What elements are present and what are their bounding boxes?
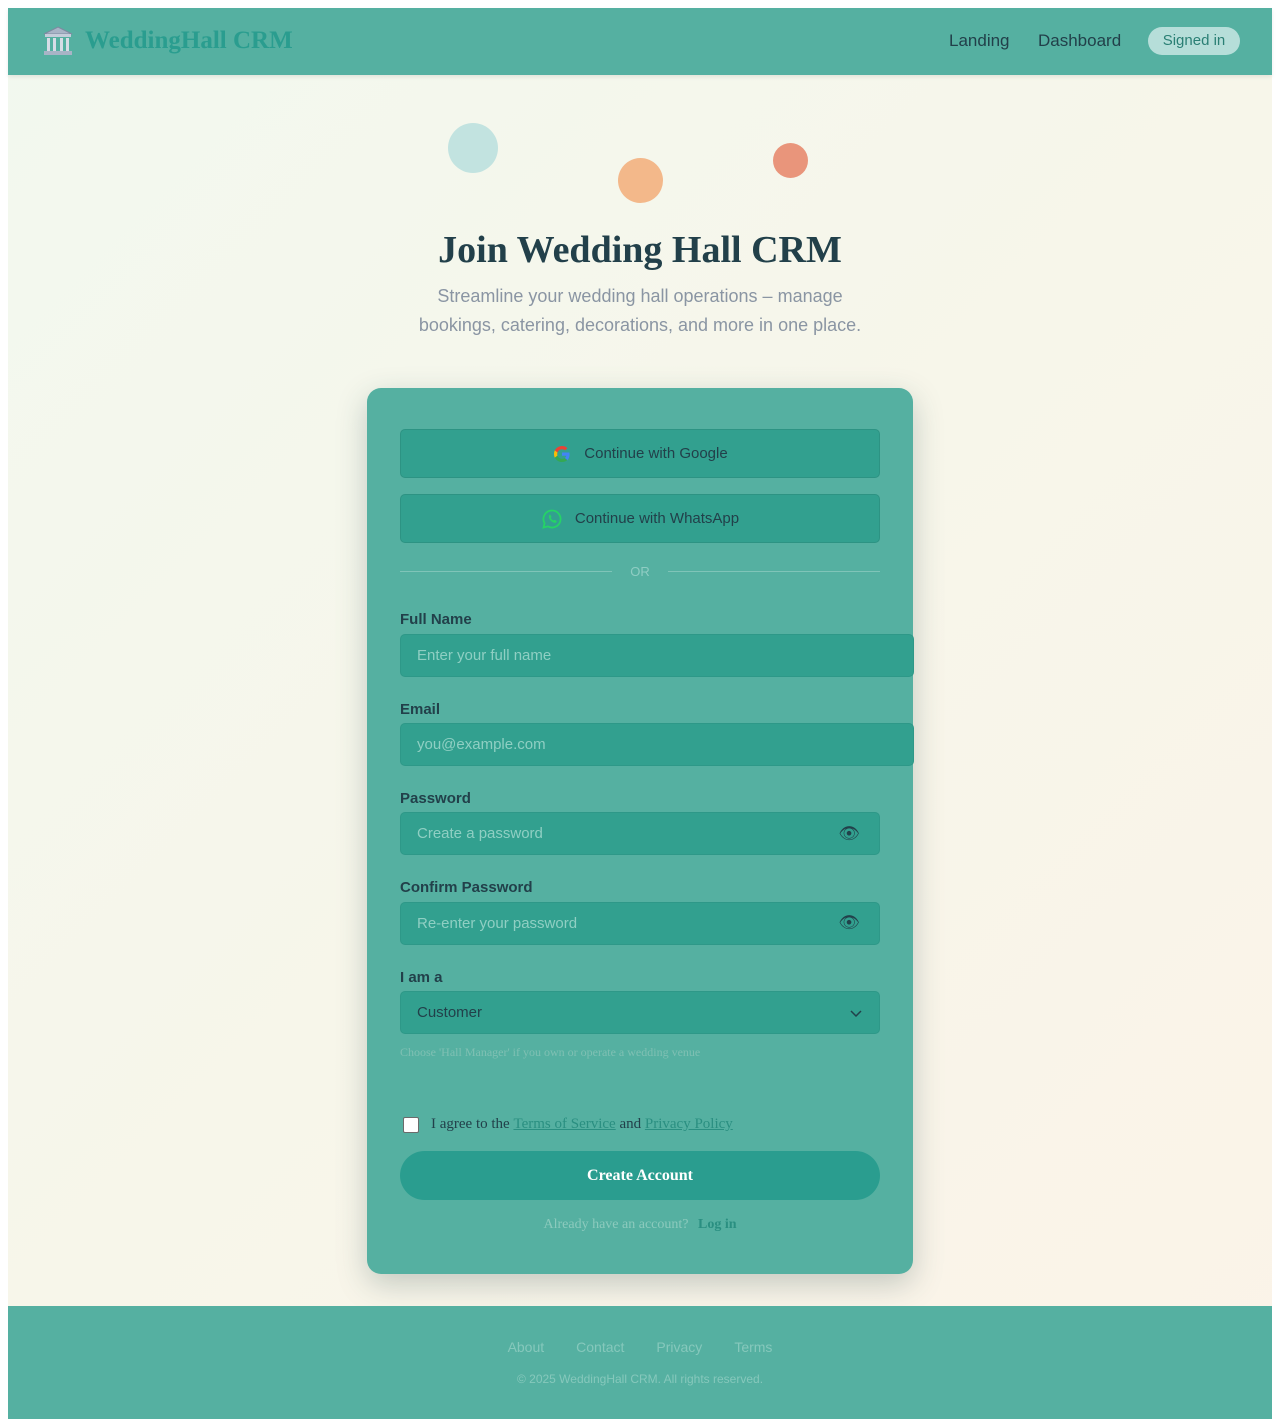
or-divider-text: OR: [630, 563, 650, 579]
full-name-input[interactable]: [400, 634, 914, 677]
login-prompt: Already have an account?: [543, 1217, 689, 1232]
password-label: Password: [400, 790, 471, 807]
footer-copyright: © 2025 WeddingHall CRM. All rights reser…: [516, 1372, 764, 1386]
role-select-value: Customer: [417, 1004, 483, 1021]
page-subtitle: Streamline your wedding hall operations …: [418, 286, 862, 335]
terms-of-service-link[interactable]: Terms of Service: [513, 1116, 615, 1133]
brand[interactable]: WeddingHall CRM: [41, 24, 293, 58]
google-icon: [554, 445, 570, 462]
terms-prefix: I agree to the: [431, 1116, 510, 1132]
signed-in-badge[interactable]: Signed in: [1148, 27, 1240, 55]
whatsapp-icon: [542, 509, 562, 529]
decorative-dot-coral: [773, 143, 808, 178]
role-hint: Choose 'Hall Manager' if you own or oper…: [400, 1045, 701, 1059]
page: WeddingHall CRM Landing Dashboard Signed…: [8, 8, 1272, 1419]
terms-and: and: [619, 1116, 642, 1132]
confirm-password-input[interactable]: [400, 902, 880, 945]
nav-link-dashboard[interactable]: Dashboard: [1038, 31, 1121, 51]
full-name-label: Full Name: [400, 611, 472, 628]
top-navbar: WeddingHall CRM Landing Dashboard Signed…: [8, 8, 1272, 75]
role-label: I am a: [400, 969, 443, 986]
page-title: Join Wedding Hall CRM: [438, 229, 842, 271]
footer: About Contact Privacy Terms © 2025 Weddi…: [8, 1306, 1272, 1419]
signup-card: Continue with Google Continue with Whats…: [367, 388, 914, 1274]
privacy-policy-link[interactable]: Privacy Policy: [645, 1116, 733, 1133]
email-label: Email: [400, 701, 441, 718]
footer-link-about[interactable]: About: [508, 1339, 545, 1355]
brand-name: WeddingHall CRM: [85, 27, 293, 54]
confirm-password-label: Confirm Password: [400, 879, 533, 896]
footer-link-privacy[interactable]: Privacy: [656, 1339, 702, 1355]
password-input[interactable]: [400, 812, 880, 855]
nav-link-landing[interactable]: Landing: [949, 31, 1010, 51]
create-account-button[interactable]: Create Account: [400, 1151, 880, 1200]
decorative-dot-orange: [618, 158, 663, 203]
or-divider: OR: [400, 562, 880, 580]
google-button-label: Continue with Google: [584, 445, 728, 462]
whatsapp-signin-button[interactable]: Continue with WhatsApp: [400, 494, 880, 543]
login-prompt-row: Already have an account? Log in: [367, 1217, 913, 1233]
footer-links: About Contact Privacy Terms: [8, 1339, 1272, 1355]
eye-icon[interactable]: 👁: [837, 822, 861, 846]
footer-link-terms[interactable]: Terms: [734, 1339, 772, 1355]
classical-building-icon: [41, 24, 75, 58]
terms-row: I agree to the Terms of Service and Priv…: [403, 1116, 733, 1133]
chevron-down-icon: [850, 1009, 862, 1017]
login-link[interactable]: Log in: [698, 1217, 737, 1232]
google-signin-button[interactable]: Continue with Google: [400, 429, 880, 478]
eye-icon[interactable]: 👁: [837, 911, 861, 935]
whatsapp-button-label: Continue with WhatsApp: [574, 510, 740, 527]
footer-link-contact[interactable]: Contact: [576, 1339, 624, 1355]
email-input[interactable]: [400, 723, 914, 766]
decorative-dot-teal: [448, 123, 498, 173]
terms-checkbox[interactable]: [403, 1116, 419, 1133]
role-select[interactable]: Customer: [400, 991, 880, 1034]
